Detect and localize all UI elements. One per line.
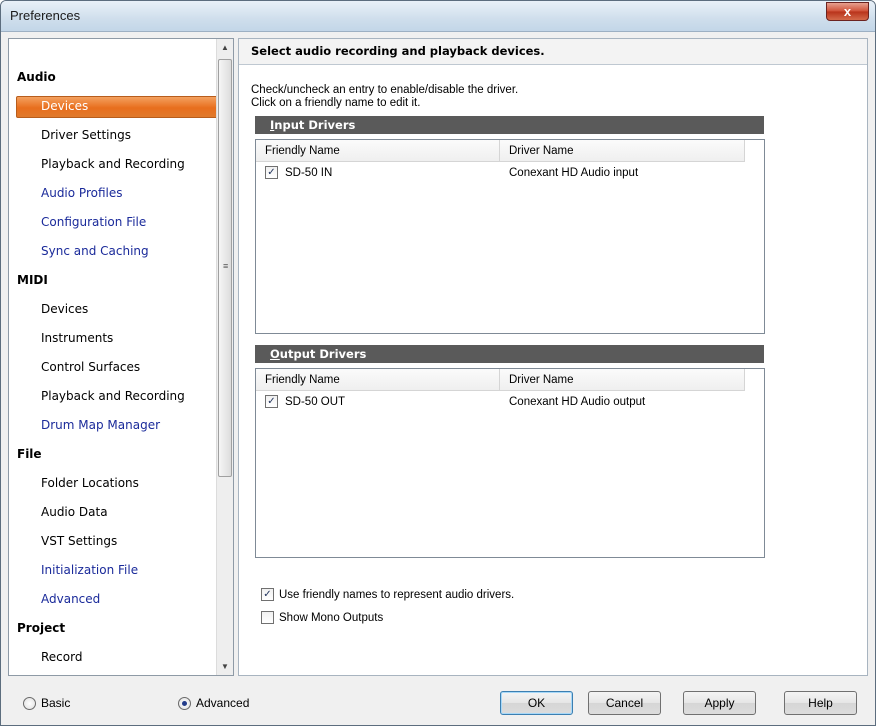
tree-item[interactable]: Instruments (41, 324, 113, 353)
output-drivers-heading: Output Drivers (255, 345, 764, 363)
title-bar[interactable]: Preferences x (1, 1, 875, 32)
instruction-line-2: Click on a friendly name to edit it. (251, 97, 421, 109)
grip-icon: ≡ (223, 261, 229, 271)
output-friendly-name[interactable]: SD-50 OUT (285, 393, 345, 411)
tree-item[interactable]: MIDI (41, 672, 68, 675)
input-drivers-list[interactable]: Friendly Name Driver Name ✓ SD-50 IN Con… (255, 139, 765, 334)
tree-scrollbar[interactable]: ▲ ≡ ▼ (216, 39, 233, 675)
tree-item[interactable]: Initialization File (41, 556, 138, 585)
panel-heading: Select audio recording and playback devi… (239, 39, 867, 65)
output-drivers-list[interactable]: Friendly Name Driver Name ✓ SD-50 OUT Co… (255, 368, 765, 558)
friendly-names-checkbox[interactable]: ✓ (261, 588, 274, 601)
tree-item[interactable]: VST Settings (41, 527, 117, 556)
output-list-header: Friendly Name Driver Name (256, 369, 745, 391)
input-driver-row[interactable]: ✓ SD-50 IN Conexant HD Audio input (256, 164, 764, 182)
tree-item[interactable]: Audio Profiles (41, 179, 123, 208)
input-driver-checkbox[interactable]: ✓ (265, 166, 278, 179)
output-drivers-label: utput Drivers (279, 347, 367, 361)
tree-item[interactable]: Drum Map Manager (41, 411, 160, 440)
tree-item[interactable]: Playback and Recording (41, 382, 185, 411)
input-col-driver-name[interactable]: Driver Name (500, 140, 745, 162)
scroll-up-icon[interactable]: ▲ (217, 39, 233, 56)
friendly-names-label[interactable]: Use friendly names to represent audio dr… (279, 588, 514, 602)
tree-item[interactable]: Driver Settings (41, 121, 131, 150)
instruction-line-1: Check/uncheck an entry to enable/disable… (251, 84, 519, 96)
input-driver-name: Conexant HD Audio input (509, 167, 639, 179)
scroll-down-icon[interactable]: ▼ (217, 658, 233, 675)
tree-item[interactable]: Folder Locations (41, 469, 139, 498)
check-icon: ✓ (263, 589, 272, 600)
close-icon: x (843, 4, 852, 19)
input-list-header: Friendly Name Driver Name (256, 140, 745, 162)
tree-item[interactable]: Devices (41, 92, 88, 121)
tree-item[interactable]: Advanced (41, 585, 100, 614)
mono-outputs-label[interactable]: Show Mono Outputs (279, 611, 383, 625)
help-button[interactable]: Help (784, 691, 857, 715)
cancel-button[interactable]: Cancel (588, 691, 661, 715)
apply-button[interactable]: Apply (683, 691, 756, 715)
input-drivers-heading: Input Drivers (255, 116, 764, 134)
window-title: Preferences (10, 8, 81, 23)
tree-category[interactable]: MIDI (17, 266, 48, 295)
tree-item[interactable]: Devices (41, 295, 88, 324)
input-friendly-name[interactable]: SD-50 IN (285, 164, 332, 182)
close-button[interactable]: x (826, 2, 869, 21)
check-icon: ✓ (267, 396, 276, 407)
tree-category[interactable]: Audio (17, 63, 56, 92)
output-col-driver-name[interactable]: Driver Name (500, 369, 745, 391)
basic-mode-label[interactable]: Basic (41, 696, 70, 710)
devices-panel: Select audio recording and playback devi… (238, 38, 868, 676)
tree-item[interactable]: Audio Data (41, 498, 108, 527)
tree-item[interactable]: Configuration File (41, 208, 146, 237)
tree-category[interactable]: Project (17, 614, 65, 643)
basic-mode-radio[interactable] (23, 697, 36, 710)
input-drivers-label: nput Drivers (274, 118, 356, 132)
output-driver-name: Conexant HD Audio output (509, 396, 646, 408)
tree-item[interactable]: Sync and Caching (41, 237, 149, 266)
output-driver-checkbox[interactable]: ✓ (265, 395, 278, 408)
output-drivers-accel: O (270, 347, 280, 361)
preferences-window: Preferences x Audio Devices Driver Setting… (0, 0, 876, 726)
tree-item[interactable]: Control Surfaces (41, 353, 140, 382)
preferences-tree: Audio Devices Driver Settings Playback and … (8, 38, 234, 676)
mono-outputs-checkbox[interactable] (261, 611, 274, 624)
output-col-friendly-name[interactable]: Friendly Name (256, 369, 500, 391)
output-driver-row[interactable]: ✓ SD-50 OUT Conexant HD Audio output (256, 393, 764, 411)
tree-category[interactable]: File (17, 440, 42, 469)
tree-item[interactable]: Playback and Recording (41, 150, 185, 179)
scroll-thumb[interactable]: ≡ (218, 59, 232, 477)
advanced-mode-radio[interactable] (178, 697, 191, 710)
tree-item[interactable]: Record (41, 643, 82, 672)
ok-button[interactable]: OK (500, 691, 573, 715)
check-icon: ✓ (267, 167, 276, 178)
input-col-friendly-name[interactable]: Friendly Name (256, 140, 500, 162)
advanced-mode-label[interactable]: Advanced (196, 696, 249, 710)
